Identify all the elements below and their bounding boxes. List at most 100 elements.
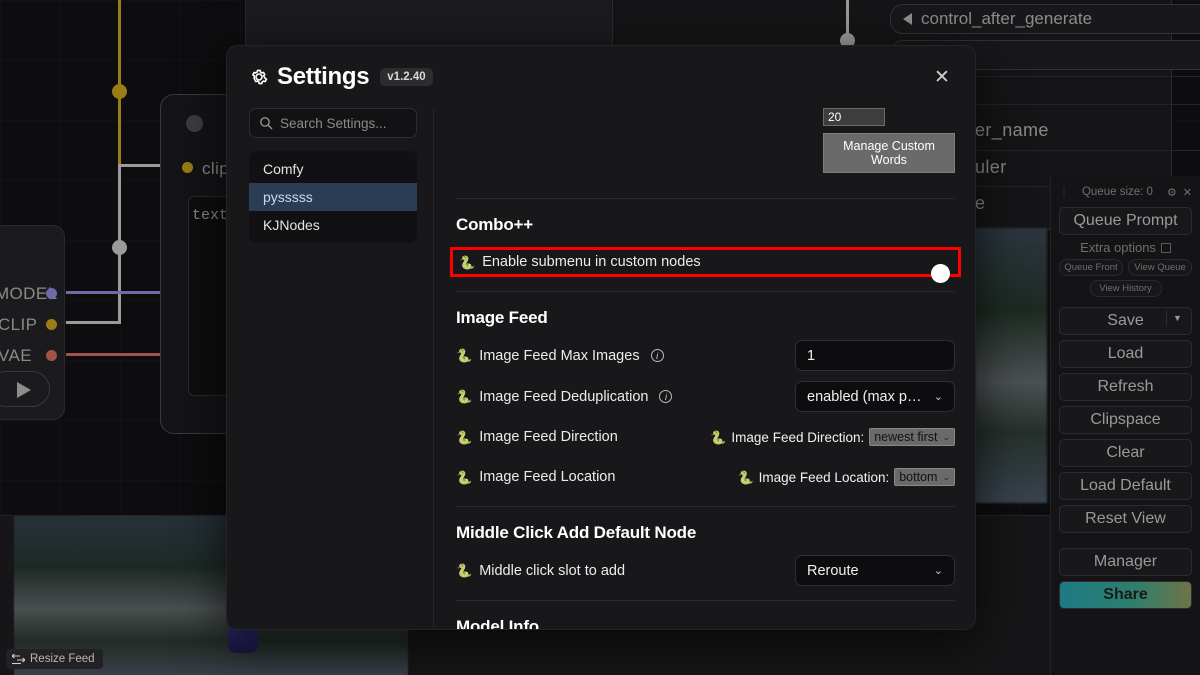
canvas-widget-control-after-generate[interactable]: control_after_generate: [890, 4, 1200, 34]
drag-handle-icon[interactable]: ⋮: [1059, 187, 1069, 198]
section-title-middle-click: Middle Click Add Default Node: [456, 523, 697, 542]
section-divider-image-feed: [456, 506, 955, 507]
reset-view-button[interactable]: Reset View: [1059, 505, 1192, 533]
feed-location-value: bottom: [899, 470, 938, 484]
clear-button[interactable]: Clear: [1059, 439, 1192, 467]
middle-click-slot-select[interactable]: Reroute ⌄: [795, 555, 955, 586]
canvas-gridline-2: [975, 104, 1200, 105]
gear-icon[interactable]: ⚙: [1167, 186, 1177, 199]
section-title-model-info: Model Info: [456, 617, 539, 630]
save-caret-icon[interactable]: ▼: [1166, 310, 1188, 326]
chevron-left-icon: [903, 13, 912, 25]
dialog-sidebar: Comfy pysssss KJNodes: [227, 108, 433, 629]
native-location-label: Image Feed Location:: [758, 469, 890, 485]
setting-label-wrap: 🐍 Middle click slot to add: [456, 563, 625, 579]
search-settings-box[interactable]: [249, 108, 417, 138]
clipspace-button[interactable]: Clipspace: [1059, 406, 1192, 434]
search-settings-input[interactable]: [280, 115, 416, 131]
dialog-header: Settings v1.2.40 ✕: [227, 46, 975, 108]
setting-label-wrap: 🐍 Enable submenu in custom nodes: [459, 254, 701, 270]
snake-icon: 🐍: [456, 389, 473, 404]
feed-direction-select[interactable]: newest first ⌄: [869, 428, 955, 446]
queue-links-row: Queue Front View Queue: [1059, 259, 1192, 276]
refresh-button[interactable]: Refresh: [1059, 373, 1192, 401]
comfy-menu-panel: ⋮ Queue size: 0 ⚙ ✕ Queue Prompt Extra o…: [1050, 176, 1200, 675]
canvas-slot-clip: CLIP: [0, 315, 38, 334]
setting-control[interactable]: Reroute ⌄: [795, 555, 955, 586]
setting-row-feed-direction[interactable]: 🐍 Image Feed Direction 🐍 Image Feed Dire…: [456, 422, 955, 452]
max-images-input[interactable]: [795, 340, 955, 371]
setting-label: Middle click slot to add: [479, 562, 626, 579]
native-direction-label: Image Feed Direction:: [731, 429, 865, 445]
setting-label-wrap: 🐍 Image Feed Max Images i: [456, 348, 664, 364]
setting-control[interactable]: [795, 340, 955, 371]
gear-icon: [252, 69, 268, 85]
canvas-port-vae[interactable]: [46, 350, 57, 361]
sidebar-item-label: pysssss: [263, 189, 313, 205]
setting-row-enable-submenu[interactable]: 🐍 Enable submenu in custom nodes: [450, 247, 961, 283]
snake-icon: 🐍: [710, 429, 727, 445]
setting-label: Image Feed Direction: [479, 429, 618, 445]
setting-row-feed-location[interactable]: 🐍 Image Feed Location 🐍 Image Feed Locat…: [456, 462, 955, 492]
extra-options-checkbox[interactable]: [1160, 242, 1171, 253]
toggle-knob: [931, 264, 950, 283]
queue-size-label: Queue size: 0: [1081, 186, 1153, 198]
wire-gray-horizontal-bottom: [66, 321, 121, 324]
canvas-widget-denoise: e: [975, 193, 986, 213]
close-dialog-button[interactable]: ✕: [929, 64, 955, 90]
info-icon[interactable]: i: [659, 390, 673, 403]
dialog-title: Settings: [277, 63, 370, 90]
extra-options-row[interactable]: Extra options: [1059, 240, 1192, 255]
dialog-content[interactable]: 20 Manage Custom Words Combo++ 🐍 Enable …: [433, 108, 975, 630]
resize-feed-label: Resize Feed: [30, 653, 95, 665]
canvas-port-model[interactable]: [46, 288, 57, 299]
canvas-gridline-1: [975, 76, 1200, 77]
section-divider-middle-click: [456, 600, 955, 601]
snake-icon: 🐍: [456, 563, 473, 578]
queue-prompt-button[interactable]: Queue Prompt: [1059, 207, 1192, 235]
setting-control[interactable]: enabled (max p… ⌄: [795, 381, 955, 412]
setting-label-wrap: 🐍 Image Feed Direction: [456, 429, 618, 445]
queue-front-button[interactable]: Queue Front: [1059, 259, 1123, 276]
chevron-down-icon: ⌄: [933, 565, 943, 577]
share-button[interactable]: Share: [1059, 581, 1192, 609]
top-partial-widgets: 20 Manage Custom Words: [823, 108, 955, 173]
sidebar-item-comfy[interactable]: Comfy: [249, 155, 417, 183]
sidebar-item-kjnodes[interactable]: KJNodes: [249, 211, 417, 239]
resize-feed-button[interactable]: Resize Feed: [6, 649, 103, 669]
setting-row-max-images[interactable]: 🐍 Image Feed Max Images i: [456, 340, 955, 371]
native-direction-label-wrap: 🐍 Image Feed Direction:: [710, 430, 864, 445]
custom-words-number-input[interactable]: 20: [823, 108, 885, 126]
manager-button[interactable]: Manager: [1059, 548, 1192, 576]
load-button[interactable]: Load: [1059, 340, 1192, 368]
canvas-node-collapse-dot[interactable]: [186, 115, 203, 132]
setting-label-wrap: 🐍 Image Feed Location: [456, 469, 615, 485]
close-icon[interactable]: ✕: [1183, 186, 1192, 199]
dialog-body: Comfy pysssss KJNodes 20 Manage Custom W…: [227, 108, 975, 630]
view-history-button[interactable]: View History: [1089, 280, 1162, 297]
info-icon[interactable]: i: [650, 349, 664, 362]
chevron-down-icon: ⌄: [933, 391, 943, 403]
canvas-slot-vae: VAE: [0, 346, 32, 365]
setting-row-middle-click-slot[interactable]: 🐍 Middle click slot to add Reroute ⌄: [456, 555, 955, 586]
canvas-gridline-3: [975, 150, 1200, 151]
manage-custom-words-button[interactable]: Manage Custom Words: [823, 133, 955, 173]
section-title-image-feed: Image Feed: [456, 308, 548, 327]
deduplication-value: enabled (max p…: [807, 388, 922, 405]
canvas-widget-text-label: text: [192, 207, 229, 224]
load-default-button[interactable]: Load Default: [1059, 472, 1192, 500]
setting-row-deduplication[interactable]: 🐍 Image Feed Deduplication i enabled (ma…: [456, 381, 955, 412]
wire-dot-gray: [112, 240, 127, 255]
canvas-widget-scheduler: uler: [975, 157, 1007, 177]
chevron-down-icon: ⌄: [942, 431, 950, 442]
deduplication-select[interactable]: enabled (max p… ⌄: [795, 381, 955, 412]
setting-label: Image Feed Max Images: [479, 347, 640, 364]
snake-icon: 🐍: [737, 469, 754, 485]
feed-direction-value: newest first: [874, 430, 938, 444]
sidebar-item-pysssss[interactable]: pysssss: [249, 183, 417, 211]
canvas-port-clip[interactable]: [46, 319, 57, 330]
feed-location-select[interactable]: bottom ⌄: [894, 468, 955, 486]
canvas-port-clip-in[interactable]: [182, 162, 193, 173]
comfy-menu-header: ⋮ Queue size: 0 ⚙ ✕: [1059, 182, 1192, 202]
view-queue-button[interactable]: View Queue: [1128, 259, 1192, 276]
